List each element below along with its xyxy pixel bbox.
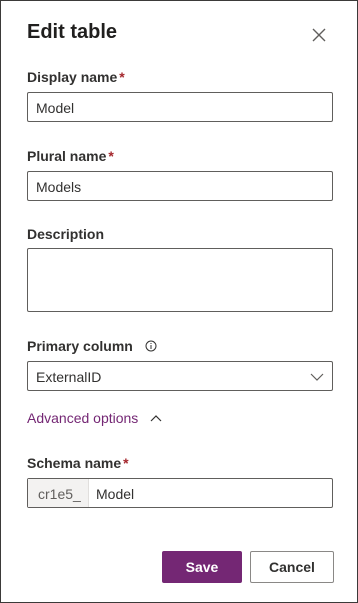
display-name-label-text: Display name	[27, 69, 118, 85]
cancel-button[interactable]: Cancel	[250, 551, 334, 583]
advanced-options-toggle[interactable]: Advanced options	[27, 410, 162, 426]
primary-column-label: Primary column	[27, 338, 157, 354]
required-mark: *	[123, 455, 129, 471]
plural-name-value: Models	[36, 179, 82, 195]
close-button[interactable]	[308, 24, 330, 46]
primary-column-label-text: Primary column	[27, 338, 133, 354]
plural-name-input[interactable]: Models	[27, 171, 333, 201]
close-icon	[312, 28, 326, 42]
description-textarea[interactable]	[27, 248, 333, 312]
display-name-input[interactable]: Model	[27, 92, 333, 122]
primary-column-select[interactable]: ExternalID	[27, 361, 333, 391]
save-button[interactable]: Save	[162, 551, 242, 583]
schema-name-value: Model	[96, 486, 135, 502]
schema-name-label-text: Schema name	[27, 455, 122, 471]
advanced-options-label: Advanced options	[27, 410, 139, 426]
schema-name-input[interactable]: cr1e5_ Model	[27, 478, 333, 508]
chevron-down-icon	[310, 373, 324, 381]
required-mark: *	[108, 148, 114, 164]
schema-prefix-text: cr1e5_	[38, 486, 81, 502]
display-name-label: Display name *	[27, 69, 125, 85]
required-mark: *	[119, 69, 125, 85]
edit-table-panel: Edit table Display name * Model Plural na…	[0, 0, 358, 603]
schema-name-label: Schema name *	[27, 455, 129, 471]
plural-name-label-text: Plural name	[27, 148, 107, 164]
description-label: Description	[27, 226, 105, 242]
panel-title: Edit table	[27, 21, 118, 43]
chevron-up-icon	[150, 415, 162, 422]
plural-name-label: Plural name *	[27, 148, 114, 164]
display-name-value: Model	[36, 100, 75, 116]
info-icon[interactable]	[145, 339, 157, 352]
primary-column-value: ExternalID	[36, 369, 102, 385]
schema-prefix: cr1e5_	[28, 479, 89, 507]
